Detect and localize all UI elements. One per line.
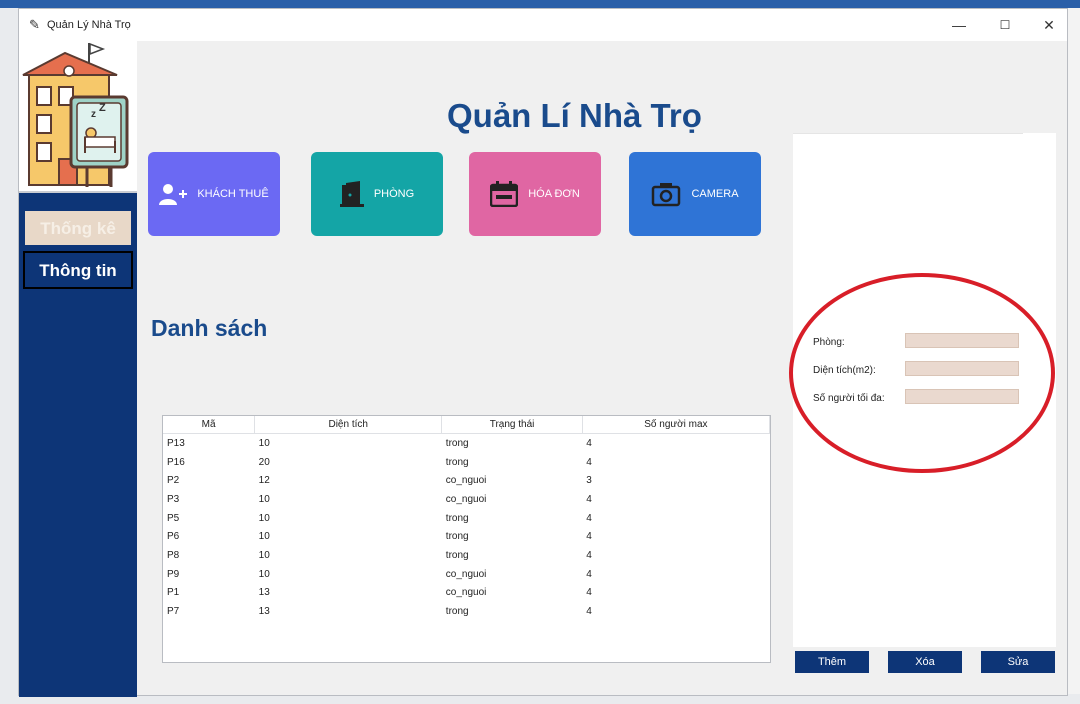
table-row[interactable]: P6 10 trong 4 <box>163 527 770 546</box>
table-row[interactable]: P13 10 trong 4 <box>163 434 770 453</box>
column-header-max-people[interactable]: Số người max <box>582 416 770 434</box>
room-field[interactable] <box>905 333 1019 348</box>
cell-area: 10 <box>258 549 270 561</box>
cell-area: 13 <box>258 587 270 599</box>
table-row[interactable]: P5 10 trong 4 <box>163 509 770 528</box>
table-row[interactable]: P9 10 co_nguoi 4 <box>163 565 770 584</box>
house-logo: z Z <box>19 41 137 193</box>
cell-max-people: 4 <box>586 512 592 524</box>
tenant-button[interactable]: KHÁCH THUÊ <box>148 152 280 236</box>
cell-code: P7 <box>167 606 180 618</box>
room-button[interactable]: PHÒNG <box>311 152 443 236</box>
sidebar: z Z Thống kê Thông tin <box>19 41 137 697</box>
cell-max-people: 4 <box>586 549 592 561</box>
cell-max-people: 4 <box>586 606 592 618</box>
cell-code: P6 <box>167 531 180 543</box>
feather-app-icon: ✎ <box>29 17 40 32</box>
cell-area: 10 <box>258 512 270 524</box>
cell-status: trong <box>445 437 469 449</box>
detail-panel: Phòng: Diện tích(m2): Số người tối đa: <box>793 133 1056 647</box>
cell-area: 10 <box>258 531 270 543</box>
table-header-row: Mã Diện tích Trạng thái Số người max <box>163 416 770 434</box>
svg-text:z: z <box>91 109 96 120</box>
cell-code: P9 <box>167 568 180 580</box>
title-bar: ✎ Quản Lý Nhà Trọ — ☐ ✕ <box>19 9 1067 41</box>
cell-max-people: 4 <box>586 493 592 505</box>
cell-max-people: 4 <box>586 531 592 543</box>
edit-button[interactable]: Sửa <box>981 651 1055 673</box>
add-user-icon <box>159 184 188 205</box>
svg-text:Z: Z <box>99 102 106 114</box>
sidebar-item-statistics[interactable]: Thống kê <box>23 209 133 247</box>
table-row[interactable]: P8 10 trong 4 <box>163 546 770 565</box>
cell-status: trong <box>445 606 469 618</box>
cell-area: 10 <box>258 493 270 505</box>
cell-status: co_nguoi <box>445 493 487 505</box>
cell-max-people: 3 <box>586 475 592 487</box>
cell-status: co_nguoi <box>445 587 487 599</box>
cell-max-people: 4 <box>586 568 592 580</box>
cell-code: P2 <box>167 475 180 487</box>
cell-status: trong <box>445 531 469 543</box>
cell-status: co_nguoi <box>445 475 487 487</box>
cell-status: trong <box>445 456 469 468</box>
cell-area: 12 <box>258 475 270 487</box>
cell-status: trong <box>445 549 469 561</box>
cell-area: 10 <box>258 568 270 580</box>
panel-divider <box>793 133 1023 134</box>
tenant-button-label: KHÁCH THUÊ <box>197 188 269 200</box>
cell-code: P8 <box>167 549 180 561</box>
cell-area: 13 <box>258 606 270 618</box>
table-row[interactable]: P16 20 trong 4 <box>163 453 770 472</box>
cell-area: 20 <box>258 456 270 468</box>
table-row[interactable]: P1 13 co_nguoi 4 <box>163 584 770 603</box>
table-row[interactable]: P2 12 co_nguoi 3 <box>163 471 770 490</box>
camera-button-label: CAMERA <box>691 188 739 200</box>
desktop-left-edge <box>0 8 18 704</box>
cell-area: 10 <box>258 437 270 449</box>
invoice-button[interactable]: HÓA ĐƠN <box>469 152 601 236</box>
calendar-icon <box>490 181 519 207</box>
page-title: Quản Lí Nhà Trọ <box>447 97 702 134</box>
room-field-label: Phòng: <box>813 337 845 348</box>
list-title: Danh sách <box>151 315 268 341</box>
window-title: Quản Lý Nhà Trọ <box>47 19 131 31</box>
table-row[interactable]: P3 10 co_nguoi 4 <box>163 490 770 509</box>
cell-code: P1 <box>167 587 180 599</box>
delete-button[interactable]: Xóa <box>888 651 962 673</box>
add-button[interactable]: Thêm <box>795 651 869 673</box>
cell-status: trong <box>445 512 469 524</box>
cell-code: P3 <box>167 493 180 505</box>
area-field[interactable] <box>905 361 1019 376</box>
column-header-code[interactable]: Mã <box>163 416 256 434</box>
area-field-label: Diện tích(m2): <box>813 365 876 376</box>
cell-max-people: 4 <box>586 587 592 599</box>
column-header-status[interactable]: Trạng thái <box>441 416 583 434</box>
cell-code: P13 <box>167 437 185 449</box>
camera-icon <box>652 183 681 207</box>
cell-status: co_nguoi <box>445 568 487 580</box>
maximize-button[interactable]: ☐ <box>983 13 1027 37</box>
cell-code: P16 <box>167 456 185 468</box>
cell-max-people: 4 <box>586 437 592 449</box>
cell-max-people: 4 <box>586 456 592 468</box>
invoice-button-label: HÓA ĐƠN <box>528 188 580 200</box>
close-button[interactable]: ✕ <box>1027 13 1071 37</box>
room-table[interactable]: Mã Diện tích Trạng thái Số người max P13… <box>162 415 771 663</box>
app-window: ✎ Quản Lý Nhà Trọ — ☐ ✕ z Z Thống kê Thô… <box>18 8 1068 697</box>
table-row[interactable]: P7 13 trong 4 <box>163 602 770 621</box>
max-people-field[interactable] <box>905 389 1019 404</box>
desktop-right-edge <box>1066 8 1080 704</box>
door-icon <box>339 181 364 207</box>
cell-code: P5 <box>167 512 180 524</box>
desktop-background-strip <box>0 0 1080 8</box>
room-button-label: PHÒNG <box>373 188 415 200</box>
max-people-field-label: Số người tối đa: <box>813 393 885 404</box>
minimize-button[interactable]: — <box>937 13 981 37</box>
camera-button[interactable]: CAMERA <box>629 152 761 236</box>
house-logo-icon: z Z <box>22 42 129 187</box>
column-header-area[interactable]: Diện tích <box>254 416 443 434</box>
sidebar-item-information[interactable]: Thông tin <box>23 251 133 289</box>
